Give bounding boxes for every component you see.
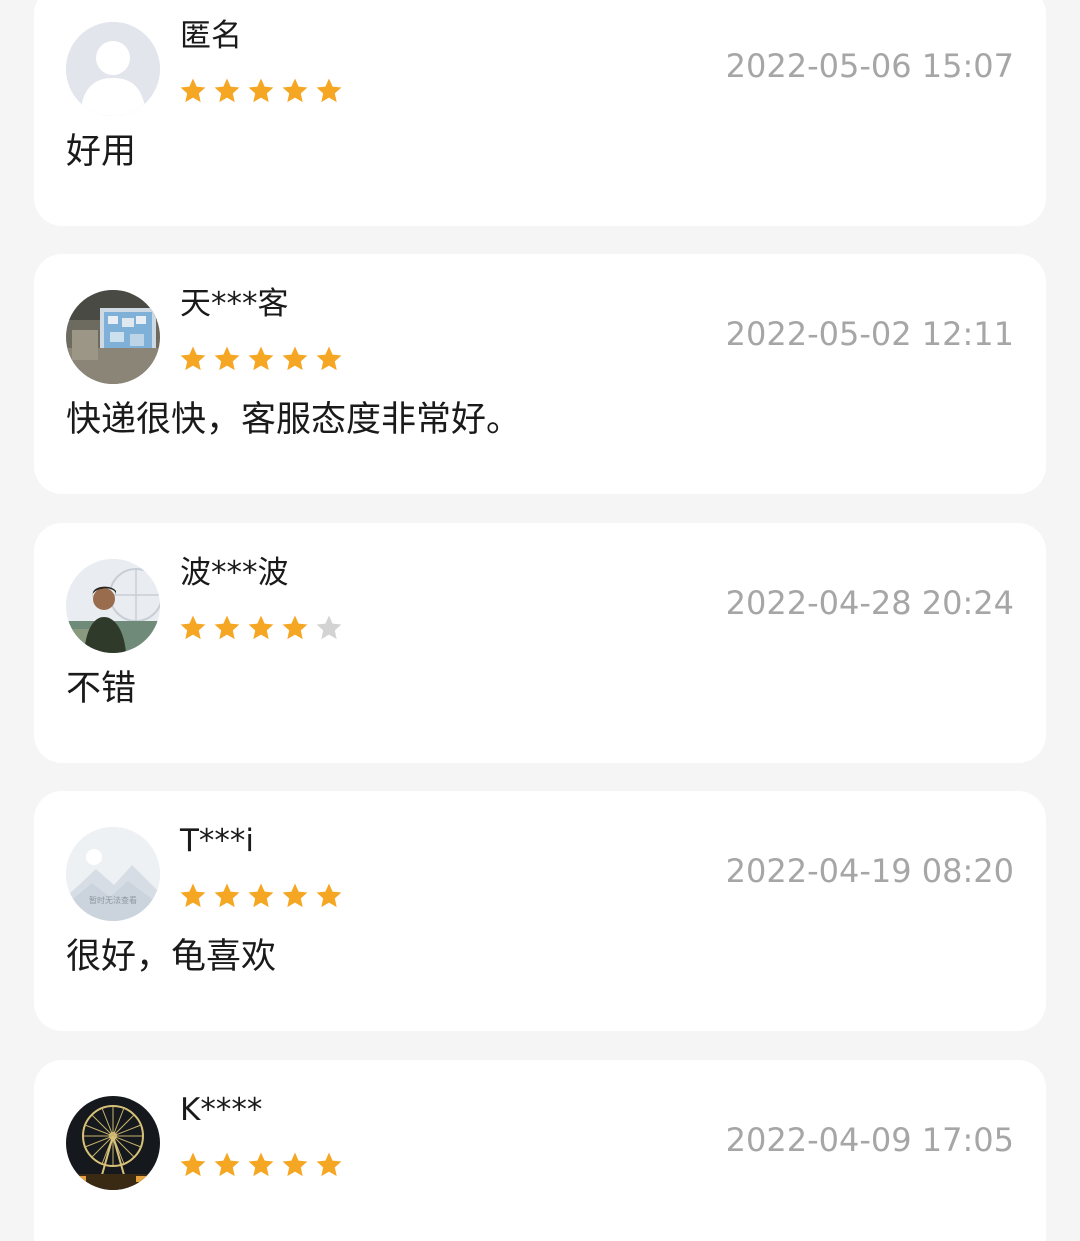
review-timestamp: 2022-04-28 20:24 [725, 584, 1014, 622]
star-filled-icon [178, 344, 208, 374]
star-rating [178, 1150, 348, 1180]
star-filled-icon [212, 76, 242, 106]
ferris-wheel-avatar-icon[interactable] [66, 1096, 160, 1190]
star-filled-icon [280, 76, 310, 106]
star-filled-icon [314, 76, 344, 106]
star-filled-icon [280, 344, 310, 374]
image-unavailable-avatar-icon[interactable]: 暂时无法查看 [66, 827, 160, 921]
review-card: 匿名 2022-05-06 15:07 好用 [34, 0, 1046, 226]
star-filled-icon [246, 1150, 276, 1180]
star-filled-icon [178, 613, 208, 643]
star-filled-icon [314, 881, 344, 911]
star-filled-icon [212, 1150, 242, 1180]
star-filled-icon [212, 881, 242, 911]
review-timestamp: 2022-05-06 15:07 [725, 47, 1014, 85]
star-rating [178, 881, 348, 911]
review-timestamp: 2022-04-09 17:05 [725, 1121, 1014, 1159]
reviewer-name: 匿名 [180, 18, 242, 54]
user-photo-avatar-icon[interactable] [66, 290, 160, 384]
star-filled-icon [280, 881, 310, 911]
review-comment: 很好，龟喜欢 [66, 937, 277, 977]
star-filled-icon [314, 344, 344, 374]
review-comment: 好用 [66, 132, 137, 172]
star-filled-icon [280, 1150, 310, 1180]
review-card: 暂时无法查看 T***i 2022-04-19 08:20 很好，龟喜欢 [34, 791, 1046, 1031]
star-filled-icon [178, 1150, 208, 1180]
reviewer-name: 波***波 [180, 555, 289, 591]
review-card: 波***波 2022-04-28 20:24 不错 [34, 523, 1046, 763]
star-rating [178, 344, 348, 374]
star-filled-icon [314, 1150, 344, 1180]
review-timestamp: 2022-04-19 08:20 [725, 852, 1014, 890]
star-filled-icon [178, 76, 208, 106]
star-filled-icon [246, 344, 276, 374]
star-empty-icon [314, 613, 344, 643]
reviewer-name: T***i [180, 823, 255, 859]
review-card: K**** 2022-04-09 17:05 [34, 1060, 1046, 1241]
review-card: 天***客 2022-05-02 12:11 快递很快，客服态度非常好。 [34, 254, 1046, 494]
review-comment: 快递很快，客服态度非常好。 [66, 400, 522, 440]
default-user-avatar-icon[interactable] [66, 22, 160, 116]
star-filled-icon [246, 76, 276, 106]
reviewer-name: 天***客 [180, 286, 289, 322]
star-filled-icon [212, 613, 242, 643]
avatar-caption: 暂时无法查看 [89, 895, 137, 905]
user-photo-avatar-icon[interactable] [66, 559, 160, 653]
review-timestamp: 2022-05-02 12:11 [725, 315, 1014, 353]
review-comment: 不错 [66, 669, 137, 709]
star-filled-icon [246, 613, 276, 643]
star-rating [178, 76, 348, 106]
reviewer-name: K**** [180, 1092, 263, 1128]
star-filled-icon [246, 881, 276, 911]
star-filled-icon [280, 613, 310, 643]
star-rating [178, 613, 348, 643]
star-filled-icon [178, 881, 208, 911]
star-filled-icon [212, 344, 242, 374]
